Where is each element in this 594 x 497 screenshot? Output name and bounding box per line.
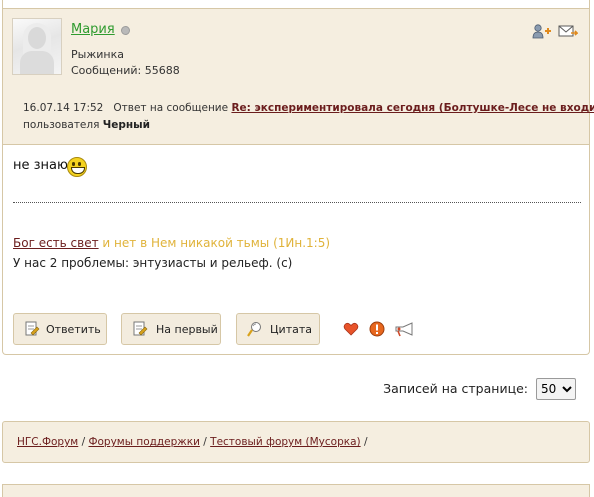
reply-button-label: Ответить: [46, 323, 101, 336]
add-friend-icon[interactable]: [532, 23, 552, 39]
quote-button-label: Цитата: [270, 323, 312, 336]
status-offline-icon: [121, 26, 130, 35]
reply-first-button[interactable]: На первый: [121, 313, 221, 345]
signature-link[interactable]: Бог есть свет: [13, 236, 99, 250]
author-post-count: Сообщений: 55688: [71, 64, 180, 77]
megaphone-icon[interactable]: [394, 321, 416, 337]
breadcrumb-separator: /: [81, 436, 86, 448]
warning-icon[interactable]: [369, 321, 385, 337]
reply-first-button-label: На первый: [156, 323, 218, 336]
post-message: не знаю: [13, 158, 68, 173]
signature-quote: и нет в Нем никакой тьмы (1Ин.1:5): [102, 236, 331, 250]
heart-icon[interactable]: [343, 321, 359, 337]
reply-button[interactable]: Ответить: [13, 313, 107, 345]
footer-bar: [2, 484, 590, 497]
post-meta: 16.07.14 17:52 Ответ на сообщение Re: эк…: [3, 94, 594, 145]
author-name-link[interactable]: Мария: [71, 22, 115, 37]
breadcrumb-separator: /: [203, 436, 207, 448]
breadcrumb-item-ngs-forum[interactable]: НГС.Форум: [17, 436, 78, 448]
post-meta-line: 16.07.14 17:52 Ответ на сообщение Re: эк…: [23, 102, 594, 114]
forum-post: Мария Рыжинка Сообщений: 55688 16.07.14 …: [2, 0, 594, 355]
send-message-icon[interactable]: [558, 23, 578, 39]
by-user-name: Черный: [102, 119, 151, 131]
page-size-select[interactable]: 50: [536, 378, 576, 400]
grin-smiley-icon: [67, 157, 87, 177]
by-user-prefix: пользователя: [23, 119, 100, 131]
author-title: Рыжинка: [71, 48, 124, 61]
signature-divider: [13, 202, 581, 203]
reply-icon: [25, 321, 40, 336]
breadcrumb-item-support-forums[interactable]: Форумы поддержки: [88, 436, 199, 448]
breadcrumb: НГС.Форум / Форумы поддержки / Тестовый …: [2, 421, 590, 463]
breadcrumb-item-test-forum[interactable]: Тестовый форум (Мусорка): [210, 436, 360, 448]
quote-icon: [247, 322, 261, 337]
post-datetime: 16.07.14 17:52: [23, 102, 104, 114]
breadcrumb-row: НГС.Форум / Форумы поддержки / Тестовый …: [17, 436, 368, 448]
breadcrumb-separator: /: [363, 436, 368, 448]
reply-first-icon: [133, 321, 148, 336]
post-meta-user-line: пользователя Черный: [23, 119, 150, 131]
reply-to-link[interactable]: Re: экспериментировала сегодня (Болтушке…: [231, 102, 594, 114]
post-author-header: Мария Рыжинка Сообщений: 55688: [3, 8, 589, 95]
reply-prefix: Ответ на сообщение: [113, 102, 229, 114]
page-size-label: Записей на странице:: [383, 381, 528, 396]
signature-line-2: У нас 2 проблемы: энтузиасты и рельеф. (…: [13, 256, 293, 270]
signature-line-1: Бог есть свет и нет в Нем никакой тьмы (…: [13, 236, 330, 250]
avatar[interactable]: [12, 18, 62, 75]
quote-button[interactable]: Цитата: [236, 313, 320, 345]
